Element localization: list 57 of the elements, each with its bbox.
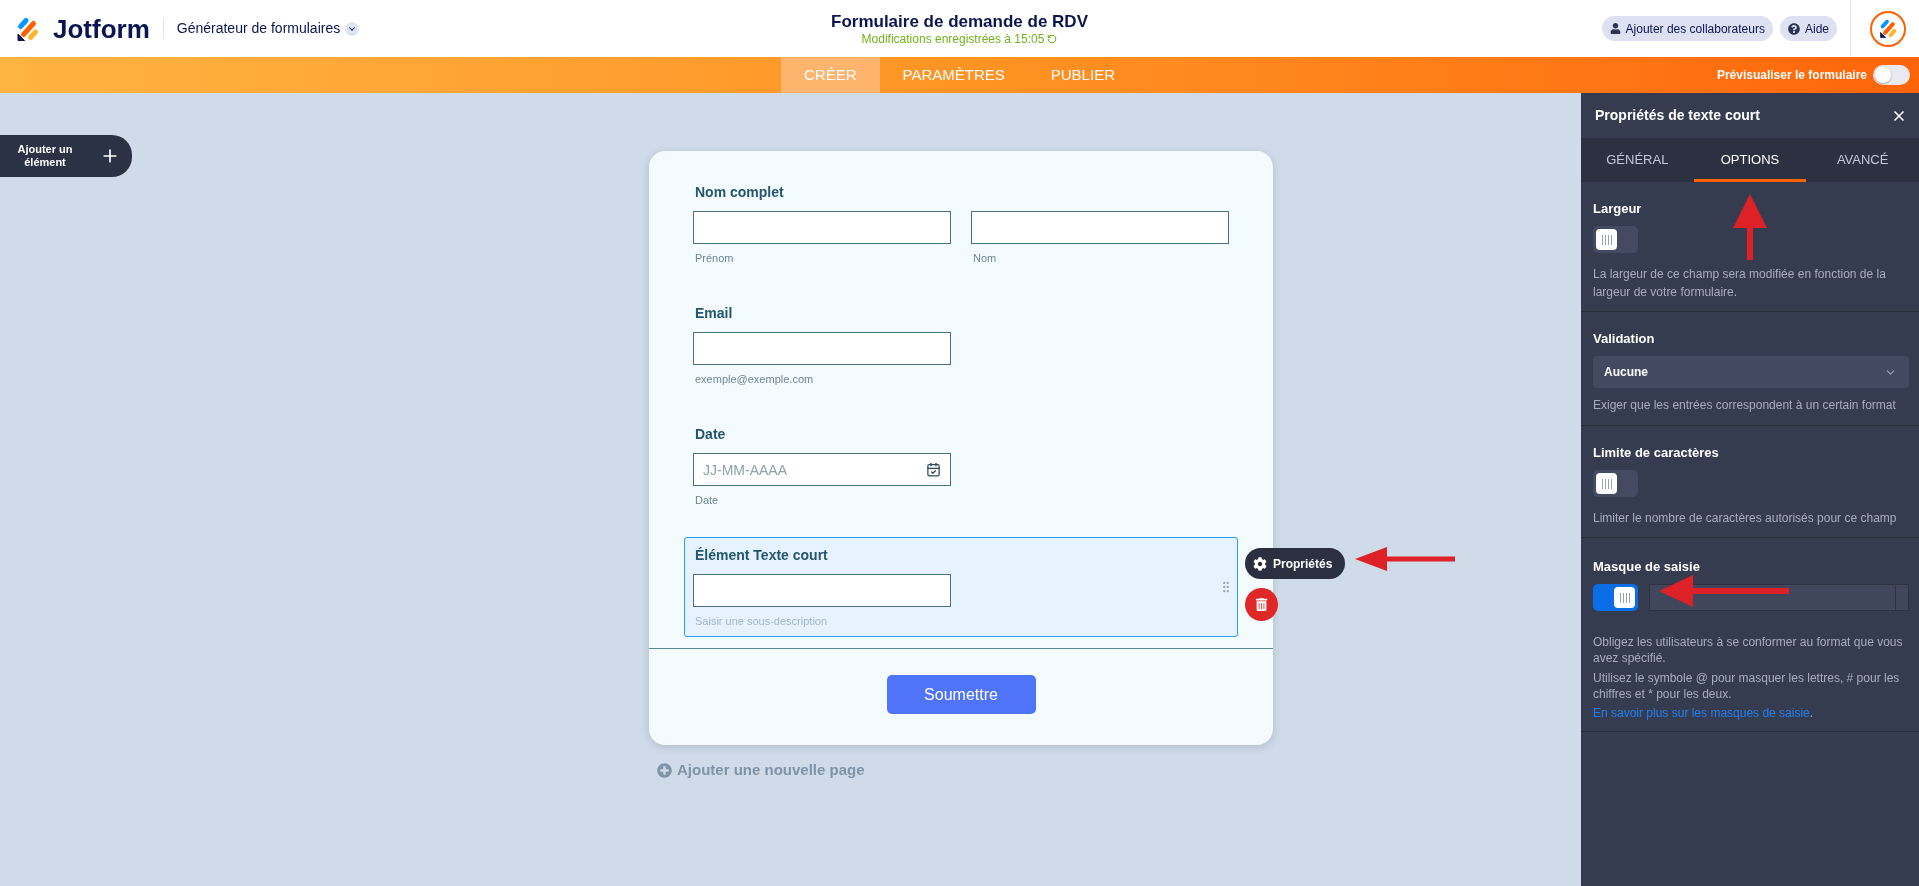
date-input-field[interactable]: JJ-MM-AAAA	[693, 453, 951, 486]
field-label: Email	[694, 304, 733, 322]
field-label: Élément Texte court	[694, 546, 828, 564]
section-description: La largeur de ce champ sera modifiée en fonction de la largeur de votre formulaire.	[1593, 266, 1887, 301]
add-collaborators-button[interactable]: Ajouter des collaborateurs	[1601, 16, 1773, 41]
panel-title: Propriétés de texte court	[1595, 106, 1760, 125]
add-element-button[interactable]: Ajouter un élément	[0, 135, 132, 177]
text-input-field[interactable]	[693, 211, 951, 244]
toggle-switch[interactable]	[1593, 470, 1638, 497]
submit-button[interactable]: Soumettre	[886, 675, 1036, 714]
user-icon	[1609, 23, 1621, 34]
panel-tab[interactable]: OPTIONS	[1693, 138, 1807, 182]
question-field[interactable]: Email exemple@exemple.com	[684, 295, 1238, 395]
preview-toggle[interactable]	[1873, 65, 1910, 85]
section-description: Limiter le nombre de caractères autorisés pour ce champ	[1593, 510, 1898, 527]
toggle-switch[interactable]	[1593, 226, 1638, 253]
text-input-field[interactable]	[693, 332, 951, 365]
account-avatar-icon[interactable]	[1870, 10, 1906, 47]
section-label: Validation	[1593, 330, 1655, 348]
learn-more-text: En savoir plus sur les masques de saisie.	[1593, 705, 1814, 721]
annotation-arrow	[1733, 194, 1767, 260]
chevron-down-icon	[345, 21, 360, 36]
field-label: Nom complet	[694, 183, 784, 201]
settings-icon	[1253, 556, 1267, 571]
refresh-icon	[1047, 34, 1058, 44]
form-title: Formulaire de demande de RDV	[831, 10, 1088, 32]
text-input-field[interactable]	[693, 574, 951, 607]
panel-tab[interactable]: AVANCÉ	[1806, 138, 1919, 182]
properties-button[interactable]: Propriétés	[1245, 548, 1345, 579]
save-status: Modifications enregistrées à 15:05	[861, 31, 1045, 47]
section-label: Masque de saisie	[1593, 558, 1700, 576]
panel-tab[interactable]: GÉNÉRAL	[1581, 138, 1694, 182]
question-field[interactable]: Date JJ-MM-AAAA Date	[684, 416, 1238, 516]
field-sublabel: Date	[694, 493, 719, 507]
help-icon	[1787, 22, 1800, 35]
text-input-field[interactable]	[971, 211, 1229, 244]
field-sublabel: Prénom	[694, 251, 734, 265]
logo-icon[interactable]	[16, 15, 40, 42]
mask-help-text: Utilisez le symbole @ pour masquer les lettres, # pour les chiffres et * pour les deux.	[1593, 670, 1901, 702]
field-label: Date	[694, 425, 726, 443]
preview-label: Prévisualiser le formulaire	[1716, 67, 1867, 84]
section-description: Obligez les utilisateurs à se conformer au format que vous avez spécifié.	[1593, 634, 1904, 666]
toggle-switch[interactable]	[1593, 584, 1638, 611]
question-field[interactable]: Nom complet Prénom Nom	[684, 174, 1238, 274]
field-sublabel: Saisir une sous-description	[694, 614, 828, 628]
brand-name: Jotform	[53, 13, 150, 44]
validation-dropdown[interactable]: Aucune	[1593, 356, 1909, 388]
section-label: Limite de caractères	[1593, 444, 1719, 462]
delete-button[interactable]	[1245, 588, 1278, 621]
section-description: Exiger que les entrées correspondent à un certain format	[1593, 397, 1897, 414]
help-button[interactable]: Aide	[1779, 16, 1837, 41]
form-builder-menu[interactable]: Générateur de formulaires	[176, 18, 360, 39]
field-sublabel: exemple@exemple.com	[694, 372, 814, 386]
calendar-icon[interactable]	[926, 462, 941, 477]
section-label: Largeur	[1593, 200, 1642, 218]
trash-icon	[1255, 598, 1268, 611]
field-sublabel: Nom	[972, 251, 997, 265]
